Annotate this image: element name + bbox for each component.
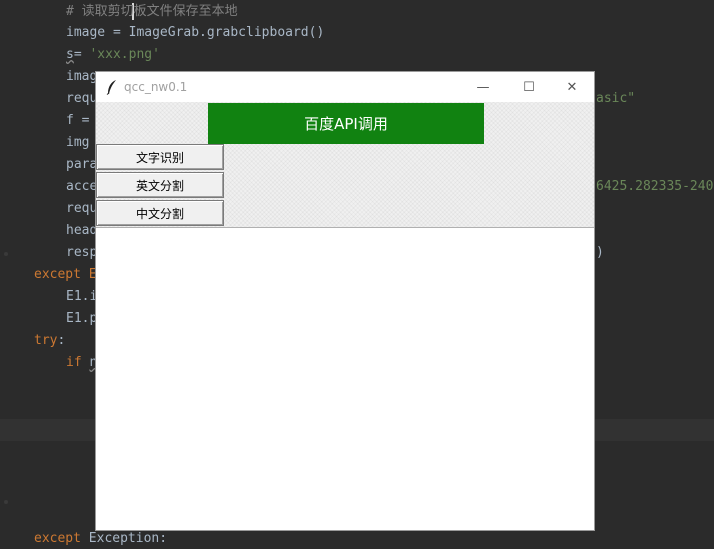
ocr-button[interactable]: 文字识别 (96, 144, 224, 170)
baidu-api-button[interactable]: 百度API调用 (208, 103, 484, 144)
close-button[interactable]: ✕ (549, 72, 595, 102)
code-token: E1.p (66, 311, 98, 326)
code-line: acce (66, 176, 97, 197)
code-token: : (57, 333, 66, 348)
code-token: s (66, 47, 74, 62)
feather-icon (106, 79, 118, 99)
code-token: # 读取剪切板文件保存至本地 (66, 4, 238, 19)
code-token: para (66, 157, 98, 172)
code-line: s= 'xxx.png' (66, 44, 160, 65)
code-token: f = (66, 113, 90, 128)
code-line: img (66, 132, 89, 153)
code-token: requ (66, 201, 98, 216)
code-token: acce (66, 179, 98, 194)
code-token: resp (66, 245, 98, 260)
code-token: head (66, 223, 98, 238)
button-panel: 百度API调用 文字识别 英文分割 中文分割 (96, 102, 594, 228)
gutter-marker (4, 252, 8, 256)
code-line: requ (66, 198, 97, 219)
code-token: image = ImageGrab.grabclipboard() (66, 25, 325, 40)
code-line: resp (66, 242, 97, 263)
code-token: if (66, 355, 90, 370)
code-line: f = (66, 110, 89, 131)
code-token: = (73, 47, 90, 62)
gutter-marker (4, 500, 8, 504)
code-token: img (66, 135, 90, 150)
code-token: imag (66, 69, 98, 84)
window-title: qcc_nw0.1 (124, 80, 188, 94)
code-line: except E (34, 264, 97, 285)
code-line: para (66, 154, 97, 175)
code-token: except E (34, 267, 97, 282)
output-text-area[interactable] (96, 228, 594, 530)
code-line: imag (66, 66, 97, 87)
code-fragment: 6425.282335-240 (596, 179, 714, 194)
maximize-icon: ☐ (523, 79, 535, 95)
code-token: try (34, 333, 58, 348)
code-line: requ (66, 88, 97, 109)
code-line: # 读取剪切板文件保存至本地 (66, 1, 238, 22)
code-fragment: ) (596, 245, 604, 260)
code-token: E1.i (66, 289, 98, 304)
close-icon: ✕ (566, 79, 578, 95)
code-line: image = ImageGrab.grabclipboard() (66, 22, 324, 43)
code-line: if n (66, 352, 97, 373)
english-split-button[interactable]: 英文分割 (96, 172, 224, 198)
code-fragment: asic" (596, 91, 636, 106)
code-token: requ (66, 91, 98, 106)
code-token: 'xxx.png' (89, 47, 160, 62)
code-line: E1.p (66, 308, 97, 329)
window-titlebar[interactable]: qcc_nw0.1 — ☐ ✕ (96, 72, 594, 102)
code-line: head (66, 220, 97, 241)
code-line: except Exception: (34, 528, 167, 549)
chinese-split-button[interactable]: 中文分割 (96, 200, 224, 226)
code-line: E1.i (66, 286, 97, 307)
minimize-icon: — (476, 79, 490, 95)
maximize-button[interactable]: ☐ (506, 72, 552, 102)
app-window: qcc_nw0.1 — ☐ ✕ 百度API调用 文字识别 英文分割 中文分割 (95, 71, 595, 531)
minimize-button[interactable]: — (460, 72, 506, 102)
code-line: try: (34, 330, 65, 351)
